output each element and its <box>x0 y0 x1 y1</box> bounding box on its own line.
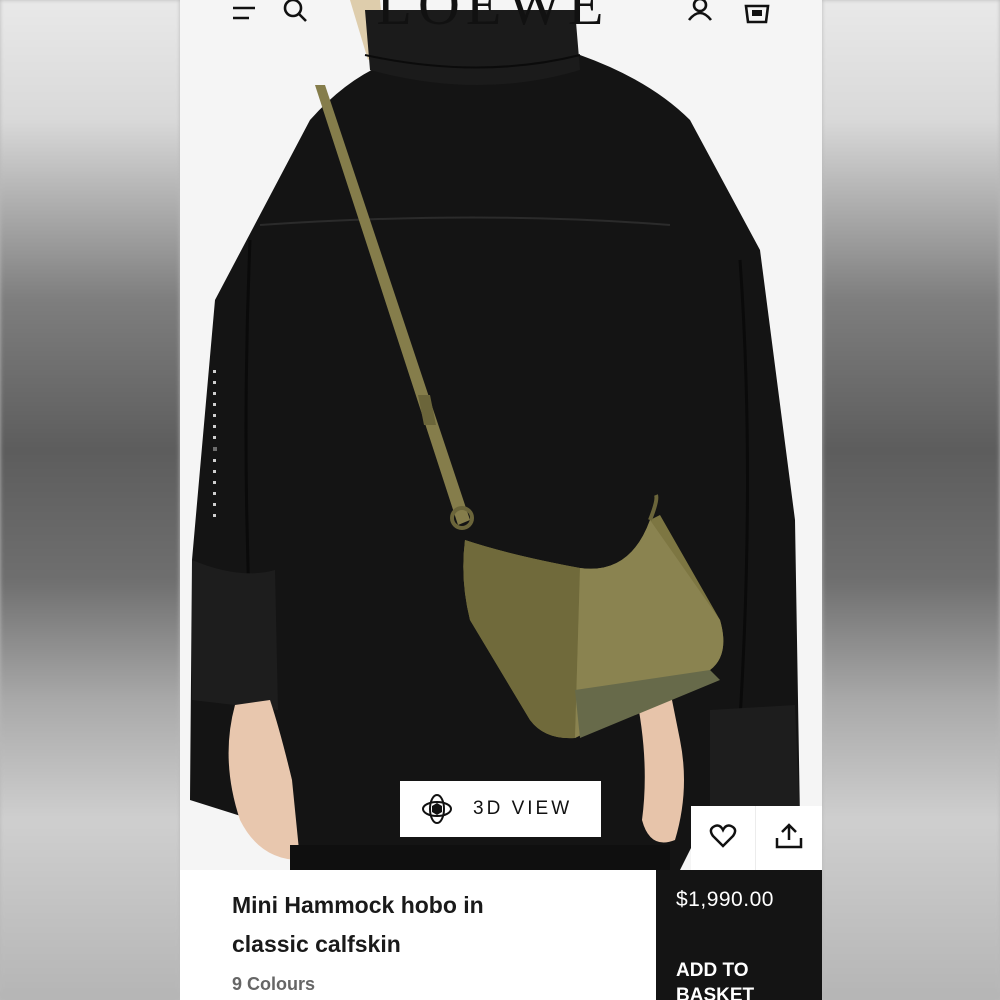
3d-view-button[interactable]: 3D VIEW <box>400 781 601 837</box>
product-price: $1,990.00 <box>676 888 774 911</box>
product-info: Mini Hammock hobo in classic calfskin 9 … <box>180 870 656 1000</box>
gallery-dot[interactable] <box>213 381 216 384</box>
product-photo-illustration <box>180 0 822 870</box>
share-button[interactable] <box>756 806 822 870</box>
purchase-panel: $1,990.00 ADD TO BASKET <box>656 870 822 1000</box>
gallery-dot[interactable] <box>213 425 216 428</box>
search-icon[interactable] <box>280 0 310 24</box>
gallery-dot[interactable] <box>213 459 216 462</box>
gallery-dot[interactable] <box>213 514 216 517</box>
gallery-dot-active[interactable] <box>213 447 217 451</box>
gallery-dot[interactable] <box>213 481 216 484</box>
product-name: Mini Hammock hobo in classic calfskin <box>232 892 484 957</box>
gallery-dot[interactable] <box>213 392 216 395</box>
heart-icon <box>709 823 737 854</box>
colour-count-link[interactable]: 9 Colours <box>232 974 315 995</box>
gallery-dot[interactable] <box>213 414 216 417</box>
add-to-basket-button[interactable]: ADD TO BASKET <box>676 958 806 1000</box>
3d-view-label: 3D VIEW <box>473 798 573 819</box>
gallery-dot[interactable] <box>213 403 216 406</box>
menu-icon[interactable] <box>230 2 260 24</box>
site-header: LOEWE <box>180 0 822 46</box>
brand-logo[interactable]: LOEWE <box>358 0 628 40</box>
gallery-pagination <box>211 370 219 560</box>
share-icon <box>774 822 804 855</box>
gallery-dot[interactable] <box>213 503 216 506</box>
mobile-screen: LOEWE 3D VIEW Mini Hammock hobo in class… <box>180 0 822 1000</box>
left-blur-background <box>0 0 180 1000</box>
wishlist-button[interactable] <box>691 806 756 870</box>
basket-icon[interactable] <box>742 0 772 24</box>
3d-rotate-icon <box>420 792 454 826</box>
gallery-dot[interactable] <box>213 436 216 439</box>
gallery-dot[interactable] <box>213 492 216 495</box>
gallery-dot[interactable] <box>213 370 216 373</box>
product-image[interactable] <box>180 0 822 870</box>
account-icon[interactable] <box>685 0 715 24</box>
right-blur-background <box>822 0 1000 1000</box>
gallery-dot[interactable] <box>213 470 216 473</box>
